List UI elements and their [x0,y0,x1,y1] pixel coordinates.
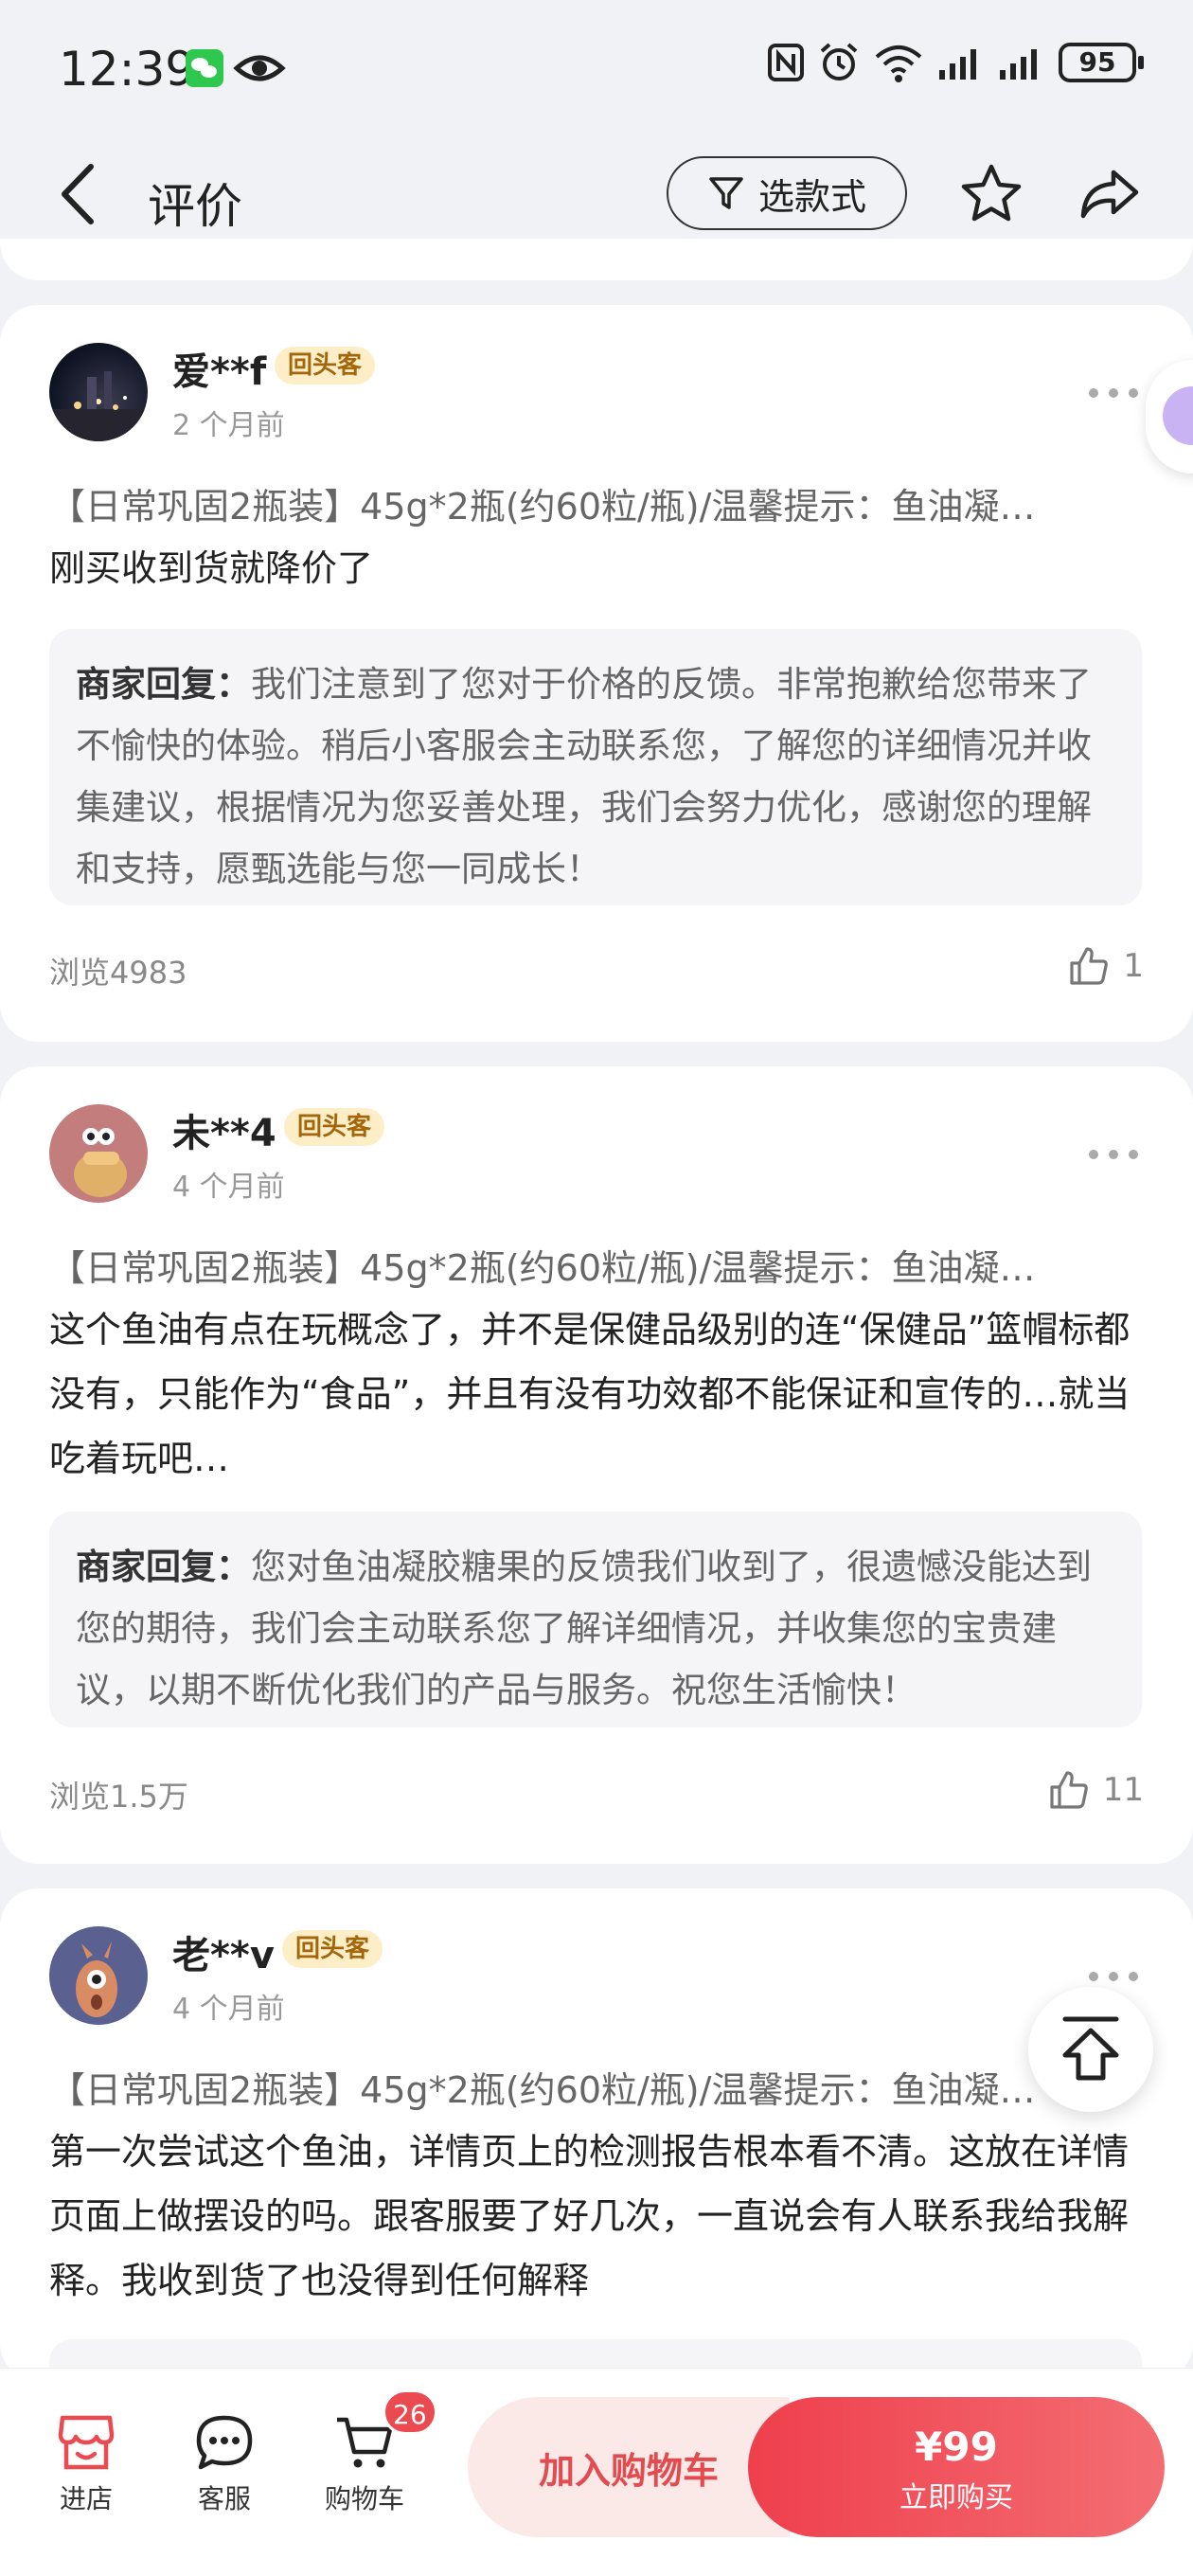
back-icon[interactable] [55,161,102,227]
bottom-action-bar: 进店 客服 购物车 26 加入购物车 ¥99 立即购买 [0,2368,1193,2576]
review-text: 这个鱼油有点在玩概念了，并不是保健品级别的连“保健品”篮帽标都没有，只能作为“食… [49,1309,1131,1479]
review-username: 爱**f [172,350,267,394]
avatar[interactable] [49,343,148,441]
system-icons: 95 [767,42,1144,83]
filter-style-label: 选款式 [757,175,866,218]
alarm-icon [820,43,858,80]
merchant-reply-label: 商家回复： [76,664,251,705]
view-count: 浏览4983 [49,955,187,991]
previous-card-edge [0,239,1193,280]
signal-icon [1000,49,1037,80]
like-count: 11 [1102,1771,1144,1809]
cart-label: 购物车 [324,2483,404,2514]
merchant-reply-label: 商家回复： [76,1547,251,1587]
view-count: 浏览1.5万 [49,1779,188,1815]
merchant-reply: 商家回复：我们注意到了您对于价格的反馈。非常抱歉给您带来了不愉快的体验。稍后小客… [49,629,1142,905]
merchant-reply: 商家回复：您对鱼油凝胶糖果的反馈我们收到了，很遗憾没能达到您的期待，我们会主动联… [49,1512,1142,1727]
like-button[interactable]: 1 [1068,945,1144,987]
buy-now-button[interactable]: ¥99 立即购买 [748,2397,1165,2537]
more-icon[interactable] [1087,1970,1140,1983]
review-card: 爱**f 回头客 2 个月前 【日常巩固2瓶装】45g*2瓶(约60粒/瓶)/温… [0,305,1193,1042]
store-label: 进店 [59,2483,113,2514]
review-spec: 【日常巩固2瓶装】45g*2瓶(约60粒/瓶)/温馨提示：鱼油凝… [49,2069,1036,2111]
back-to-top-button[interactable] [1028,1987,1153,2112]
customer-service-button[interactable]: 客服 [172,2414,276,2516]
page-title: 评价 [148,179,242,234]
review-spec: 【日常巩固2瓶装】45g*2瓶(约60粒/瓶)/温馨提示：鱼油凝… [49,1247,1036,1289]
avatar-image [49,371,148,441]
returning-customer-badge: 回头客 [275,347,376,385]
nav-bar: 评价 选款式 [0,133,1193,256]
filter-icon [709,177,743,209]
customer-service-label: 客服 [197,2483,251,2514]
nfc-icon [768,44,804,81]
share-icon[interactable] [1076,161,1142,227]
like-button[interactable]: 11 [1048,1769,1144,1811]
like-count: 1 [1123,947,1144,985]
signal-icon [939,49,976,80]
buy-now-label: 立即购买 [899,2481,1013,2514]
eye-icon [233,55,286,81]
cart-count-badge: 26 [383,2389,437,2435]
review-text: 第一次尝试这个鱼油，详情页上的检测报告根本看不清。这放在详情页面上做摆设的吗。跟… [49,2131,1130,2301]
star-icon[interactable] [958,161,1024,227]
review-time: 4 个月前 [172,1171,285,1204]
status-time: 12:39 [59,42,196,97]
arrow-up-icon [1062,2016,1119,2081]
review-time: 2 个月前 [172,409,285,442]
review-username: 老**v [172,1934,275,1977]
wechat-icon [186,49,223,87]
store-button[interactable]: 进店 [34,2414,138,2516]
buy-price: ¥99 [915,2424,998,2470]
add-to-cart-button[interactable]: 加入购物车 [468,2397,790,2537]
review-time: 4 个月前 [172,1993,285,2026]
review-text: 刚买收到货就降价了 [49,547,374,589]
more-icon[interactable] [1087,386,1140,400]
status-bar: 12:39 95 [0,0,1193,133]
review-card: 老**v 回头客 4 个月前 【日常巩固2瓶装】45g*2瓶(约60粒/瓶)/温… [0,1888,1193,2415]
more-icon[interactable] [1087,1148,1140,1161]
returning-customer-badge: 回头客 [284,1108,385,1146]
wifi-icon [875,45,922,82]
filter-style-button[interactable]: 选款式 [667,156,907,230]
review-card: 未**4 回头客 4 个月前 【日常巩固2瓶装】45g*2瓶(约60粒/瓶)/温… [0,1066,1193,1864]
battery-icon: 95 [1059,43,1144,82]
avatar[interactable] [49,1926,148,2025]
avatar-image [76,1941,117,2017]
returning-customer-badge: 回头客 [282,1930,383,1968]
avatar[interactable] [49,1104,148,1203]
review-spec: 【日常巩固2瓶装】45g*2瓶(约60粒/瓶)/温馨提示：鱼油凝… [49,486,1036,528]
review-username: 未**4 [172,1112,276,1155]
chat-icon [196,2415,253,2470]
store-icon [58,2415,115,2470]
thumbs-up-icon [1070,947,1109,985]
thumbs-up-icon [1050,1771,1088,1809]
avatar-image [74,1128,127,1197]
